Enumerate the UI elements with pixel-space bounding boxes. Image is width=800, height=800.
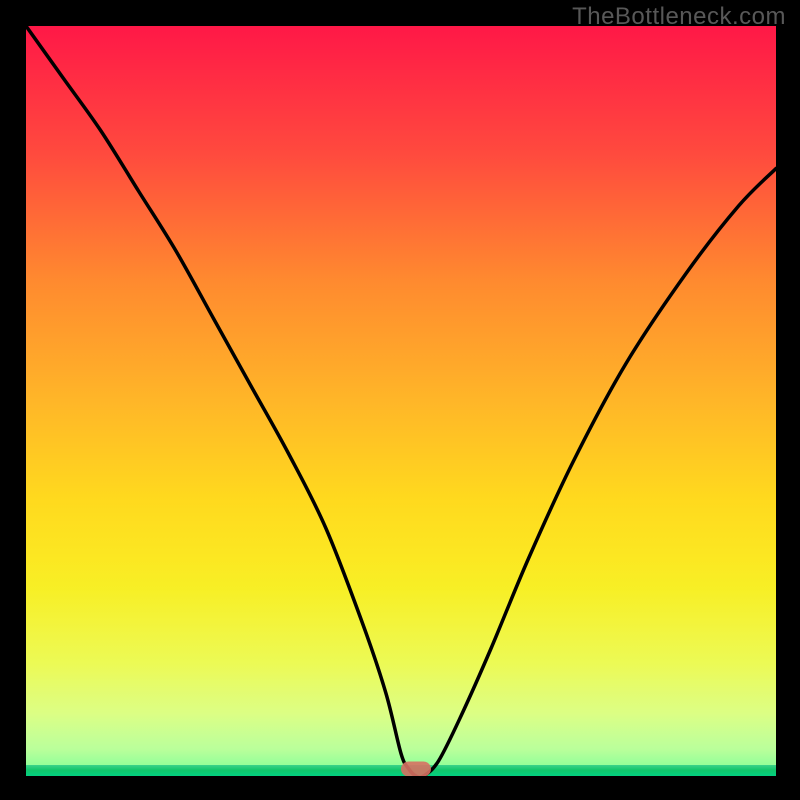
- chart-frame: TheBottleneck.com: [0, 0, 800, 800]
- optimum-marker: [401, 761, 431, 776]
- plot-area: [26, 26, 776, 776]
- bottleneck-curve: [26, 26, 776, 776]
